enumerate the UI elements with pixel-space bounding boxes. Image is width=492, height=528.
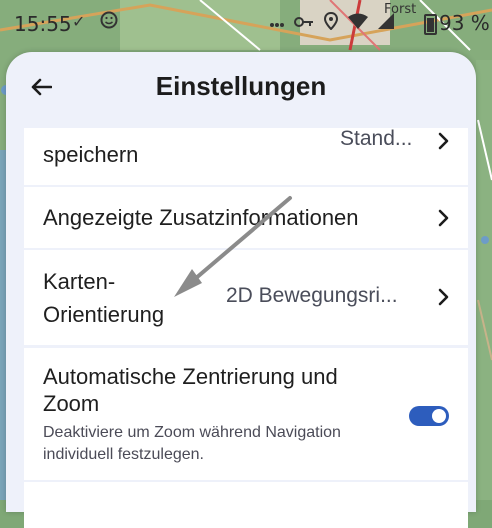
dots-icon [270, 14, 284, 32]
settings-sheet: Einstellungen speichern Stand... Angezei… [6, 52, 476, 528]
chevron-right-icon [438, 288, 449, 306]
chevron-right-icon [438, 132, 449, 150]
chevron-right-icon [438, 209, 449, 227]
setting-row-orientation-title-line2: Orientierung [43, 302, 165, 327]
setting-row-center-desc-line2: individuell festzulegen. [43, 446, 204, 463]
setting-row-center-desc-line1: Deaktiviere um Zoom während Navigation [43, 424, 341, 441]
status-icons [270, 11, 394, 34]
smiley-icon [100, 11, 118, 34]
setting-row-save-value: Stand... [340, 128, 413, 150]
setting-row-orientation[interactable]: Karten- Orientierung 2D Bewegungsri... [24, 250, 468, 345]
setting-row-next[interactable] [24, 482, 468, 528]
setting-row-info[interactable]: Angezeigte Zusatzinformationen [24, 187, 468, 248]
auto-center-toggle[interactable] [409, 406, 449, 426]
page-title: Einstellungen [155, 71, 327, 101]
settings-list[interactable]: speichern Stand... Angezeigte Zusatzinfo… [24, 128, 468, 528]
setting-row-center-title-line2: Zoom [43, 391, 100, 416]
check-icon: ✓ [72, 12, 86, 31]
setting-row-save-title: speichern [43, 142, 139, 167]
toggle-knob [432, 409, 446, 423]
battery-percent: 93 % [439, 11, 490, 35]
setting-row-save[interactable]: speichern Stand... [24, 128, 468, 185]
location-icon [323, 11, 339, 34]
key-icon [294, 14, 314, 32]
battery-icon [424, 14, 437, 35]
setting-row-orientation-value: 2D Bewegungsri... [226, 284, 398, 307]
wifi-icon [348, 13, 368, 33]
setting-row-info-title: Angezeigte Zusatzinformationen [43, 205, 359, 230]
map-place-label: Forst [384, 2, 417, 17]
setting-row-center[interactable]: Automatische Zentrierung und Zoom Deakti… [24, 348, 468, 480]
status-time: 15:55 [14, 12, 72, 36]
status-bar: 15:55 ✓ Forst 93 % [0, 0, 492, 50]
setting-row-orientation-title-line1: Karten- [43, 269, 116, 294]
sheet-header: Einstellungen [6, 52, 476, 122]
